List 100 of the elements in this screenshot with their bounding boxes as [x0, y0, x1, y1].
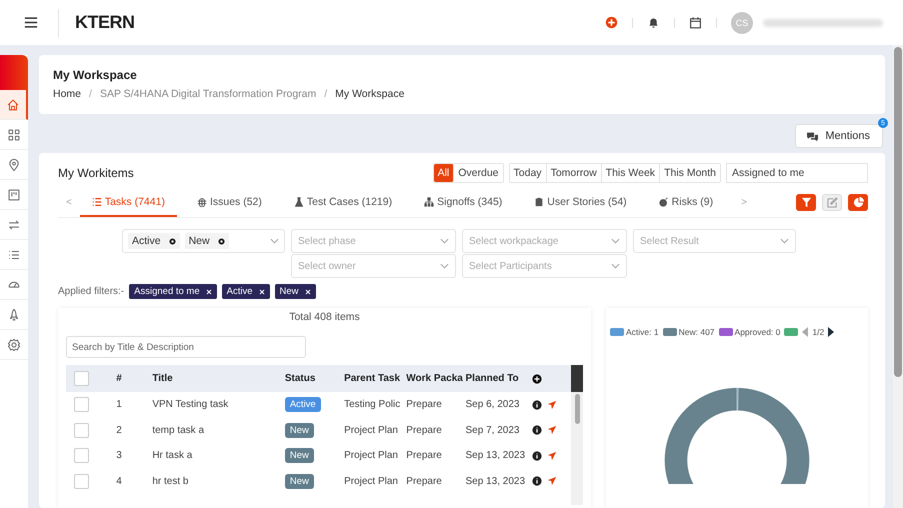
- table-scrollbar[interactable]: [571, 365, 583, 505]
- close-icon[interactable]: [206, 288, 212, 294]
- legend-swatch[interactable]: [718, 328, 733, 336]
- table-cell-text: Prepare: [406, 474, 443, 489]
- send-icon[interactable]: [546, 476, 557, 486]
- legend-label[interactable]: New: 407: [678, 327, 715, 337]
- bell-icon[interactable]: [647, 16, 660, 29]
- page-scrollbar[interactable]: [893, 45, 903, 508]
- status-filter-button[interactable]: All: [434, 164, 454, 182]
- edit-icon: [826, 197, 838, 208]
- table-cell-text: Project Plan: [344, 474, 399, 489]
- send-icon[interactable]: [546, 425, 557, 436]
- row-checkbox[interactable]: [74, 448, 89, 464]
- column-header: #: [116, 365, 152, 392]
- tests-icon: [294, 197, 304, 207]
- chevron-down-icon: [611, 263, 620, 269]
- home-icon[interactable]: [6, 98, 20, 112]
- column-header: Status: [284, 365, 344, 392]
- risks-tab[interactable]: Risks (9): [646, 188, 726, 217]
- signoffs-icon: [424, 197, 434, 207]
- applied-filters-label: Applied filters:-: [58, 286, 124, 297]
- send-icon[interactable]: [546, 400, 557, 410]
- gear-icon[interactable]: [7, 338, 21, 352]
- search-field[interactable]: Search by Title & Description: [66, 336, 306, 358]
- table-cell-text: Project Plan: [344, 424, 399, 438]
- remove-icon[interactable]: [218, 238, 225, 244]
- table-cell-text: Prepare: [406, 449, 443, 464]
- page-title: My Workspace: [53, 68, 138, 82]
- info-icon[interactable]: [532, 400, 542, 410]
- funnel-icon: [800, 197, 812, 208]
- tasks-tab[interactable]: Tasks (7441): [80, 188, 177, 217]
- breadcrumb-separator: /: [324, 88, 328, 100]
- chevron-down-icon: [440, 263, 449, 269]
- table-cell: Sep 13, 2023: [466, 468, 532, 494]
- info-icon[interactable]: [532, 425, 542, 436]
- add-column-icon[interactable]: [532, 374, 542, 384]
- tasks-icon: [92, 197, 102, 207]
- swap-icon[interactable]: [7, 218, 21, 232]
- info-icon[interactable]: [532, 476, 542, 486]
- table-cell-text: 4: [116, 474, 123, 489]
- issues-tab[interactable]: Issues (52): [184, 188, 274, 217]
- status-select[interactable]: Active New: [122, 229, 285, 253]
- row-checkbox[interactable]: [74, 397, 89, 412]
- table-cell: VPN Testing task: [152, 392, 285, 418]
- home-nav-item[interactable]: [0, 90, 28, 120]
- close-icon[interactable]: [304, 288, 311, 294]
- row-checkbox[interactable]: [74, 422, 89, 438]
- legend-label[interactable]: Active: 1: [626, 327, 659, 337]
- total-count: Total 408 items: [288, 310, 361, 323]
- status-badge: Active: [284, 397, 321, 412]
- table-cell-text: 3: [116, 449, 123, 464]
- chevron-down-icon[interactable]: [270, 238, 279, 244]
- donut-slice[interactable]: [664, 388, 810, 484]
- sidebar-accent: [0, 55, 28, 90]
- chart-button[interactable]: [848, 194, 868, 211]
- next-page-icon[interactable]: [828, 327, 834, 337]
- table-cell-text: Prepare: [406, 424, 443, 438]
- menu-icon[interactable]: [24, 16, 38, 29]
- edit-button[interactable]: [822, 194, 842, 211]
- mentions-button[interactable]: Mentions: [795, 124, 883, 148]
- status-badge: New: [284, 474, 314, 489]
- date-filter-button[interactable]: Today: [510, 164, 547, 182]
- breadcrumb-link[interactable]: SAP S/4HANA Digital Transformation Program: [100, 88, 316, 100]
- column-header: Planned To: [466, 365, 532, 392]
- breadcrumb-link[interactable]: Home: [53, 88, 82, 100]
- pin-icon[interactable]: [7, 158, 21, 172]
- column-header: Parent Task: [344, 365, 406, 392]
- table-cell: Prepare: [406, 392, 466, 418]
- legend-swatch[interactable]: [662, 328, 677, 336]
- assignee-select[interactable]: Assigned to me: [726, 163, 868, 183]
- legend-swatch[interactable]: [610, 328, 624, 336]
- stories-tab[interactable]: User Stories (54): [522, 188, 639, 217]
- breadcrumb-separator: /: [89, 88, 92, 100]
- send-icon[interactable]: [546, 450, 557, 461]
- column-header: Work Packa: [406, 365, 466, 392]
- row-checkbox[interactable]: [74, 474, 89, 489]
- logo[interactable]: KTERN: [75, 12, 134, 33]
- breadcrumb-link[interactable]: My Workspace: [335, 88, 404, 100]
- select-all-checkbox[interactable]: [74, 371, 89, 386]
- calendar-icon[interactable]: [689, 16, 702, 29]
- grid-icon[interactable]: [7, 128, 21, 142]
- info-icon[interactable]: [532, 450, 542, 461]
- chat-icon: [806, 130, 820, 142]
- legend-swatch[interactable]: [784, 328, 798, 336]
- chevron-down-icon: [440, 238, 449, 244]
- stories-icon: [534, 197, 544, 207]
- table-cell-text: Project Plan: [344, 449, 399, 464]
- remove-icon[interactable]: [168, 238, 176, 244]
- close-icon[interactable]: [258, 288, 264, 294]
- add-icon[interactable]: [605, 16, 618, 29]
- legend-label[interactable]: Approved: 0: [734, 327, 780, 337]
- tests-tab[interactable]: Test Cases (1219): [282, 188, 404, 217]
- chevron-down-icon: [611, 238, 620, 244]
- issues-icon: [196, 197, 207, 207]
- status-badge: New: [284, 422, 314, 438]
- rocket-icon[interactable]: [7, 308, 21, 322]
- filter-button[interactable]: [796, 194, 816, 211]
- board-icon[interactable]: [7, 188, 21, 202]
- signoffs-tab[interactable]: Signoffs (345): [412, 188, 514, 217]
- table-cell: temp task a: [152, 418, 285, 443]
